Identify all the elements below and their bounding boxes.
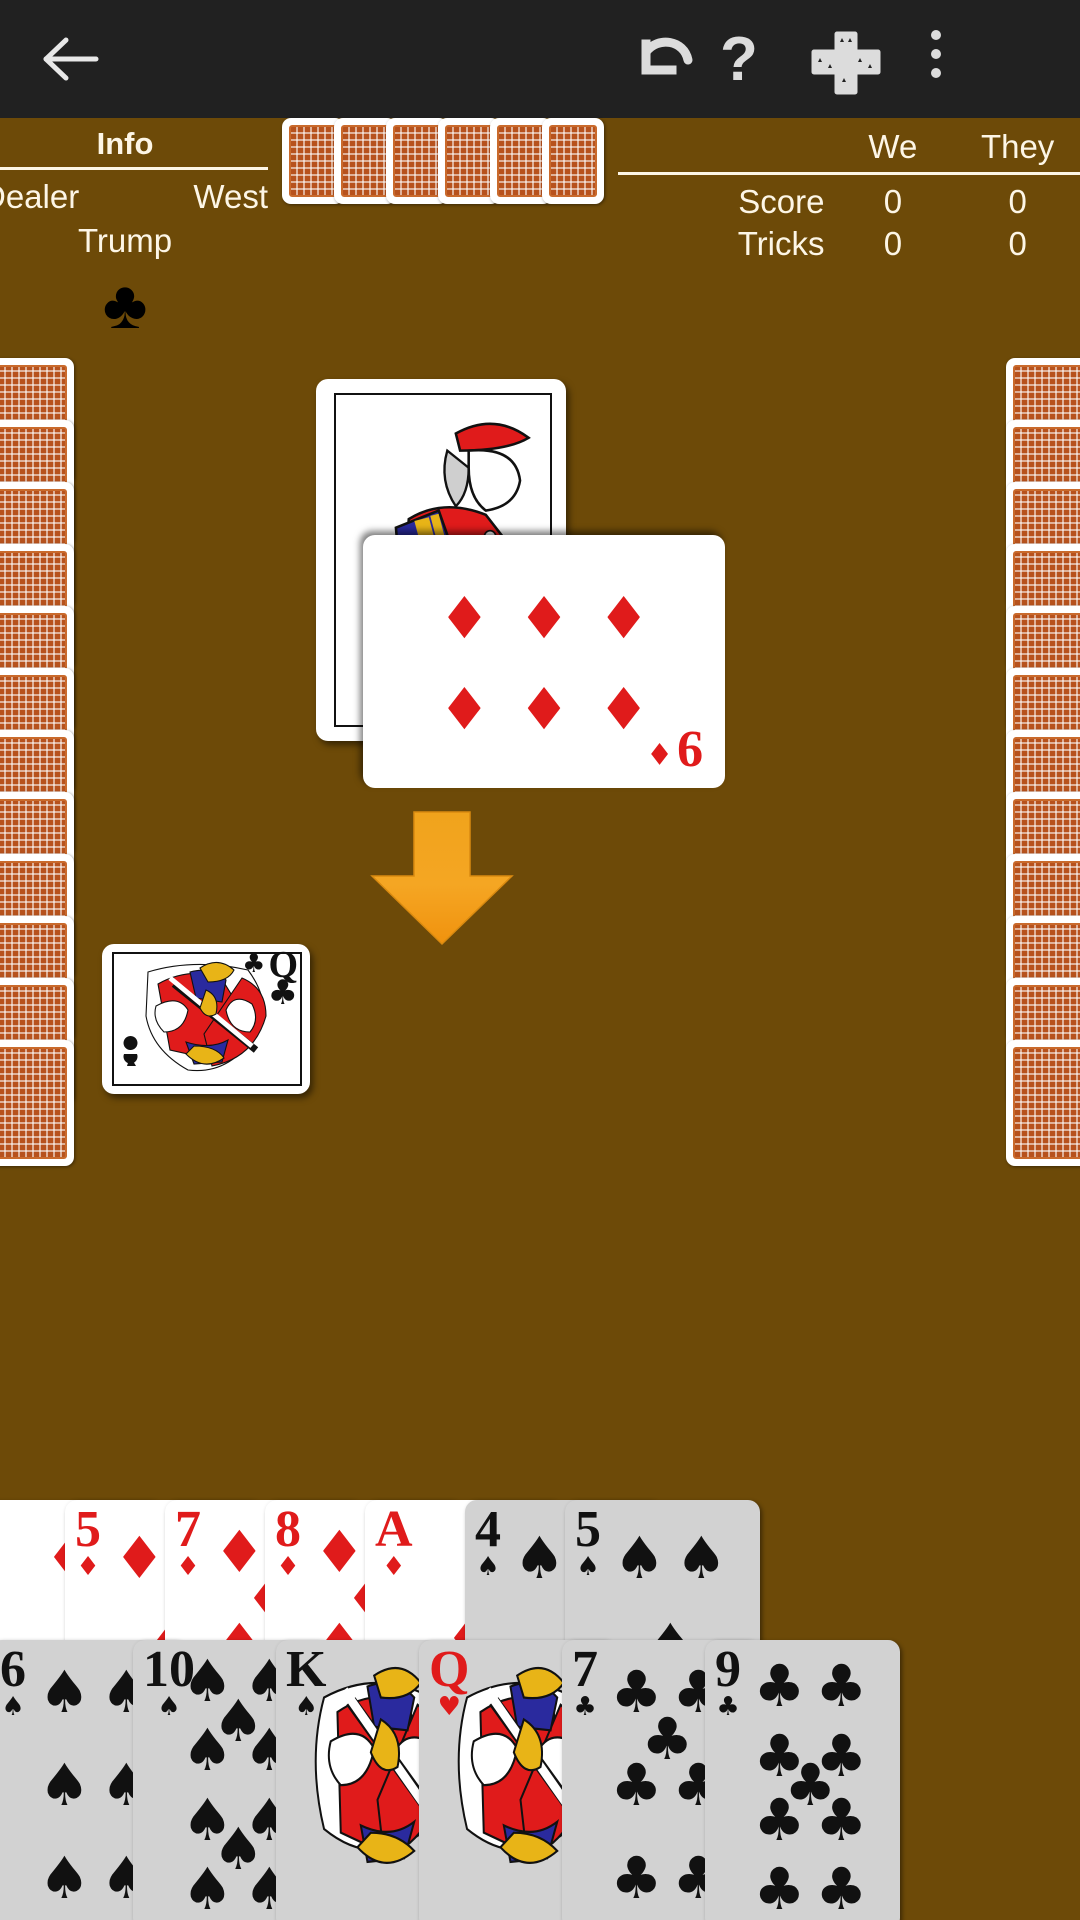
- card-rank: 6: [0, 1641, 26, 1698]
- score-row-we: 0: [883, 183, 903, 220]
- card-pip: ♠: [675, 1524, 728, 1592]
- pip-layout: ♦ ♦ ♦ ♦ ♦ ♦: [363, 535, 725, 788]
- card-suit-icon: ♣: [573, 1691, 597, 1722]
- info-title: Info: [96, 126, 154, 161]
- card-corner: 6 ♠: [0, 1641, 26, 1722]
- info-panel: Info Dealer West Trump ♣: [0, 126, 268, 342]
- card-pip: ♣: [753, 1855, 806, 1920]
- card-pip: ♠: [181, 1855, 234, 1920]
- card-pip: ♠: [38, 1658, 91, 1727]
- card-rank: 5: [75, 1501, 101, 1558]
- deck-pile[interactable]: [282, 118, 604, 204]
- score-row: Tricks 0 0: [618, 223, 1080, 265]
- card-corner: 5 ♠: [575, 1501, 601, 1582]
- score-row-we: 0: [883, 225, 903, 262]
- played-card-queen-clubs[interactable]: ♣ Q ♣: [102, 944, 310, 1094]
- card-pip: ♣: [610, 1751, 663, 1819]
- score-row-they: 0: [1008, 225, 1027, 262]
- card-suit-icon: ♦: [176, 1551, 200, 1582]
- card-suit-icon: ♦: [382, 1551, 406, 1582]
- score-row-label: Tricks: [737, 225, 825, 262]
- score-col-we: We: [868, 128, 918, 165]
- card-corner: 9 ♣: [715, 1641, 741, 1722]
- card-rank: A: [375, 1501, 413, 1558]
- card-pip: ♣: [753, 1785, 806, 1854]
- card-suit-icon: ♠: [576, 1551, 600, 1582]
- card-corner: 7 ♦: [175, 1501, 201, 1582]
- card-corner: 7 ♣: [572, 1641, 598, 1722]
- card-suit-icon: ♠: [476, 1551, 500, 1582]
- turn-indicator-down-arrow-icon: [368, 810, 516, 948]
- card-rank: 4: [475, 1501, 501, 1558]
- card-corner: 2♦: [0, 1504, 1, 1580]
- card-pip: ♦: [597, 673, 650, 742]
- card-pip: ♦: [113, 1524, 166, 1592]
- card-pip: ♣: [815, 1785, 868, 1854]
- card-pip: ♣: [610, 1843, 663, 1912]
- card-pip: ♦: [518, 673, 570, 742]
- card-rank: 2: [0, 1504, 1, 1556]
- card-rank: 5: [575, 1501, 601, 1558]
- overflow-menu-icon[interactable]: [910, 30, 962, 92]
- card-back: [542, 118, 604, 204]
- card-corner: 4 ♠: [475, 1501, 501, 1582]
- card-pip: ♦: [438, 581, 491, 650]
- card-back: [1006, 1040, 1080, 1166]
- info-divider: [0, 167, 268, 170]
- score-row-they: 0: [1008, 183, 1027, 220]
- card-corner: 8 ♦: [275, 1501, 301, 1582]
- trump-suit-icon: ♣: [102, 267, 148, 343]
- card-suit-icon: ♣: [716, 1691, 740, 1722]
- score-divider: [618, 172, 1080, 175]
- card-corner: 5 ♦: [75, 1501, 101, 1582]
- back-arrow-icon[interactable]: [40, 36, 100, 82]
- card-suit-icon: ♠: [1, 1691, 25, 1722]
- dealer-row: Dealer West: [0, 176, 268, 218]
- east-player-hand: [1006, 358, 1080, 1166]
- card-pip: ♦: [518, 581, 570, 650]
- score-row-label: Score: [738, 183, 825, 220]
- card-pip: ♣: [753, 1652, 806, 1721]
- card-suit-icon: ♦: [76, 1551, 100, 1582]
- undo-icon[interactable]: [632, 30, 698, 90]
- west-player-hand: [0, 358, 74, 1166]
- card-rank: 8: [275, 1501, 301, 1558]
- card-rank: 9: [715, 1641, 741, 1698]
- card-pip: ♠: [613, 1524, 666, 1592]
- hand-card-9-clubs: 9 ♣ ♣ ♣ ♣ ♣ ♣ ♣ ♣ ♣ ♣: [705, 1640, 900, 1920]
- score-col-they: They: [980, 128, 1055, 165]
- card-pip: ♦: [438, 673, 491, 742]
- cards-icon[interactable]: [810, 30, 882, 96]
- card-pip: ♣: [815, 1855, 868, 1920]
- score-row: Score 0 0: [618, 181, 1080, 223]
- card-pip: ♦: [597, 581, 650, 650]
- score-panel: We They Score 0 0 Tricks 0 0: [618, 126, 1080, 265]
- card-rank: 7: [175, 1501, 201, 1558]
- score-rows: Score 0 0 Tricks 0 0: [618, 181, 1080, 265]
- app-bar: ?: [0, 0, 1080, 118]
- queen-figure-art: [123, 961, 267, 1072]
- card-pip: ♠: [181, 1716, 234, 1785]
- trump-label: Trump: [77, 222, 173, 259]
- card-suit-icon: ♦: [0, 1556, 1, 1580]
- help-icon[interactable]: ?: [720, 25, 772, 94]
- card-pip: ♠: [38, 1843, 91, 1912]
- dealer-label: Dealer: [0, 178, 80, 215]
- card-back: [0, 1040, 74, 1166]
- card-corner: A ♦: [375, 1501, 413, 1582]
- card-suit-icon: ♦: [276, 1551, 300, 1582]
- help-glyph: ?: [720, 25, 758, 94]
- card-rank: 7: [572, 1641, 598, 1698]
- card-pip: ♠: [513, 1524, 566, 1592]
- dealer-value: West: [193, 178, 268, 215]
- player-hand: 2♦♦♦5♦♦♦♦♦♦7♦♦♦♦♦♦♦♦8♦♦♦♦♦♦♦♦♦A♦♦4♠♠♠♠♠5…: [0, 1500, 1080, 1920]
- game-screen: ? Info De: [0, 0, 1080, 1920]
- card-pip: ♠: [38, 1751, 91, 1819]
- card-pip: ♣: [815, 1652, 868, 1721]
- played-card-nine-diamonds[interactable]: 9 ♦ ♦ ♦ ♦ ♦ ♦ ♦: [363, 535, 725, 788]
